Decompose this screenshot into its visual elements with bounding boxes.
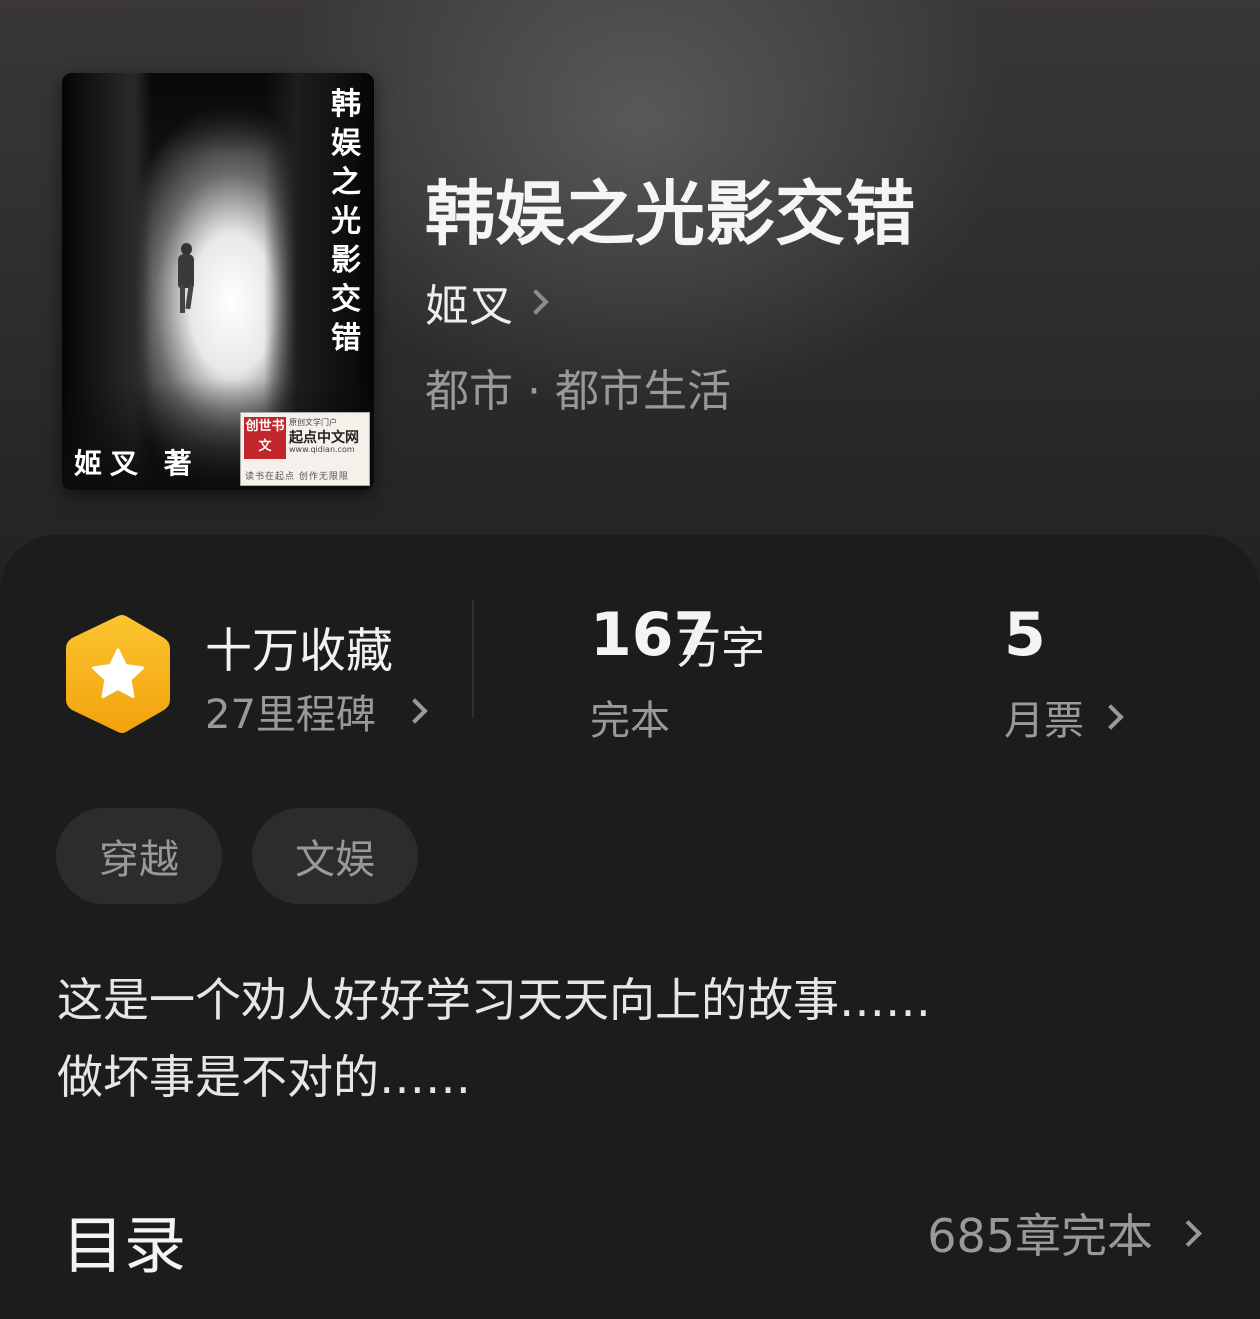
author-link[interactable]: 姬叉 [425,270,549,334]
author-name: 姬叉 [425,281,513,332]
tag-chip[interactable]: 文娱 [252,808,418,904]
monthly-votes-label: 月票 [1004,698,1084,744]
book-title: 韩娱之光影交错 [425,172,915,255]
chevron-right-icon [1098,704,1124,730]
toc-title: 目录 [62,1209,187,1282]
logo-red-mark: 创世书文 [244,417,286,459]
monthly-votes-link[interactable]: 月票 [1004,688,1124,746]
tag-chip[interactable]: 穿越 [56,808,222,904]
chevron-right-icon [523,289,549,315]
star-hexagon-icon[interactable] [62,612,174,736]
logo-footer: 读书在起点 创作无限限 [245,472,349,482]
logo-brand: 起点中文网 [289,430,359,446]
milestones-link[interactable]: 27里程碑 [205,682,428,740]
description-line: 这是一个劝人好好学习天天向上的故事…… [57,973,931,1027]
book-cover[interactable]: 韩娱之光影交错 姬叉 著 创世书文 原创文学门户 起点中文网 www.qidia… [62,73,374,490]
book-description[interactable]: 这是一个劝人好好学习天天向上的故事…… 做坏事是不对的…… [57,962,931,1116]
stats-divider [472,600,474,718]
chapter-count: 685章完本 [927,1209,1153,1263]
book-genre[interactable]: 都市 · 都市生活 [425,355,731,419]
cover-title: 韩娱之光影交错 [331,87,361,356]
description-line: 做坏事是不对的…… [57,1050,471,1104]
chevron-right-icon [1175,1219,1202,1247]
publisher-logo: 创世书文 原创文学门户 起点中文网 www.qidian.com 读书在起点 创… [240,412,370,486]
completion-status: 完本 [590,698,670,744]
word-count-unit: 万字 [677,623,765,674]
chevron-right-icon [402,698,428,724]
logo-url: www.qidian.com [289,445,355,454]
milestones-label: 27里程碑 [205,692,376,738]
monthly-votes-number: 5 [1004,600,1046,670]
favorites-title: 十万收藏 [205,624,393,679]
cover-author: 姬叉 著 [74,447,200,480]
toc-link[interactable]: 685章完本 [927,1200,1202,1266]
cover-figure [175,243,197,313]
